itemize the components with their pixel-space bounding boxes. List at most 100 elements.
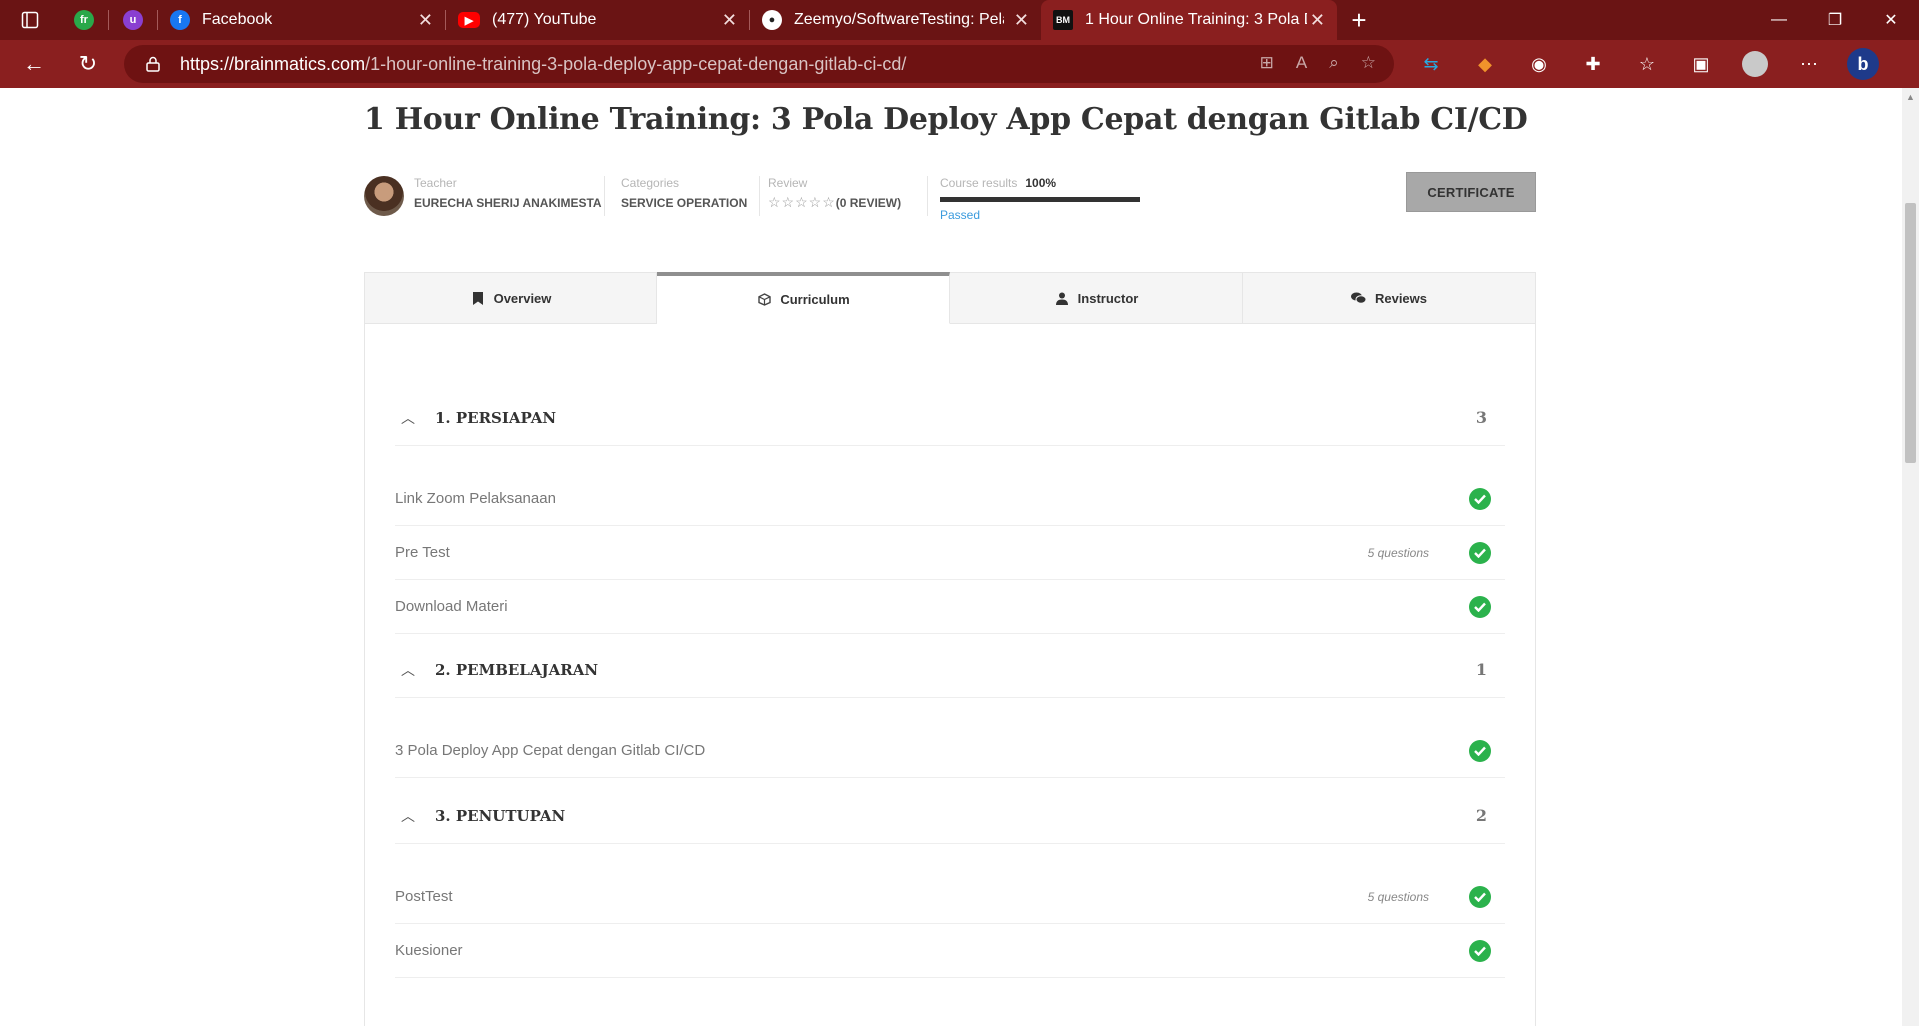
scrollbar-thumb[interactable] <box>1905 203 1916 463</box>
address-bar[interactable]: https://brainmatics.com/1-hour-online-tr… <box>124 45 1394 83</box>
lesson-title[interactable]: Kuesioner <box>395 942 463 959</box>
browser-tab-active[interactable]: BM 1 Hour Online Training: 3 Pola De ✕ <box>1041 0 1337 40</box>
u-icon: u <box>123 10 143 30</box>
section-header[interactable]: ︿ 1. PERSIAPAN 3 <box>395 390 1505 446</box>
teacher-label: Teacher <box>414 176 457 190</box>
collections-icon[interactable]: ▣ <box>1685 48 1717 80</box>
cube-icon <box>756 293 772 306</box>
teacher-name[interactable]: EURECHA SHERIJ ANAKIMESTA <box>414 196 602 210</box>
tab-reviews[interactable]: Reviews <box>1243 272 1536 324</box>
teacher-block: Teacher EURECHA SHERIJ ANAKIMESTA <box>414 176 602 210</box>
tab-curriculum[interactable]: Curriculum <box>657 272 950 324</box>
category-link[interactable]: SERVICE OPERATION <box>621 196 747 210</box>
chevron-up-icon[interactable]: ︿ <box>401 408 421 428</box>
check-icon <box>1469 739 1491 762</box>
lesson-item[interactable]: Download Materi <box>395 580 1505 634</box>
section-title: 2. PEMBELAJARAN <box>435 660 599 679</box>
tab-label: Overview <box>493 290 552 306</box>
extension-translate-icon[interactable]: ⇆ <box>1415 48 1447 80</box>
back-button[interactable]: ← <box>12 44 56 84</box>
teacher-avatar[interactable] <box>364 176 404 216</box>
extensions-puzzle-icon[interactable]: ✚ <box>1577 48 1609 80</box>
more-menu-icon[interactable]: ⋯ <box>1793 48 1825 80</box>
section-count: 1 <box>1475 660 1487 679</box>
tab-overview[interactable]: Overview <box>364 272 657 324</box>
browser-tab-facebook[interactable]: f Facebook ✕ <box>158 0 445 40</box>
add-favorite-icon[interactable]: ☆ <box>1361 53 1376 73</box>
lesson-item[interactable]: Pre Test 5 questions <box>395 526 1505 580</box>
tab-label: Instructor <box>1077 290 1139 306</box>
lesson-title[interactable]: Link Zoom Pelaksanaan <box>395 490 556 507</box>
lesson-title[interactable]: Download Materi <box>395 598 508 615</box>
close-icon[interactable]: ✕ <box>418 10 433 31</box>
extension-privacy-icon[interactable]: ◉ <box>1523 48 1555 80</box>
facebook-icon: f <box>170 10 190 30</box>
close-icon[interactable]: ✕ <box>722 10 737 31</box>
lesson-title[interactable]: 3 Pola Deploy App Cepat dengan Gitlab CI… <box>395 742 705 759</box>
tab-title: (477) YouTube <box>492 11 597 28</box>
certificate-button[interactable]: CERTIFICATE <box>1406 172 1536 212</box>
lesson-item[interactable]: Kuesioner <box>395 924 1505 978</box>
tab-title: Facebook <box>202 11 273 28</box>
address-bar-actions: ⊞ A ⌕ ☆ <box>1260 53 1376 73</box>
profile-avatar-icon[interactable] <box>1739 48 1771 80</box>
results-label: Course results <box>940 176 1018 190</box>
section-count: 2 <box>1475 806 1487 825</box>
browser-tab-github[interactable]: ● Zeemyo/SoftwareTesting: Pelaksa ✕ <box>750 0 1041 40</box>
review-count: (0 REVIEW) <box>835 196 902 210</box>
chevron-up-icon[interactable]: ︿ <box>401 660 421 680</box>
tab-instructor[interactable]: Instructor <box>950 272 1243 324</box>
browser-toolbar: ← ↻ https://brainmatics.com/1-hour-onlin… <box>0 40 1919 88</box>
check-icon <box>1469 541 1491 564</box>
window-close-button[interactable]: ✕ <box>1863 0 1919 40</box>
chevron-up-icon[interactable]: ︿ <box>401 806 421 826</box>
zoom-icon[interactable]: ⌕ <box>1329 53 1339 73</box>
extension-metamask-icon[interactable]: ◆ <box>1469 48 1501 80</box>
refresh-button[interactable]: ↻ <box>66 44 110 84</box>
lesson-title[interactable]: PostTest <box>395 888 453 905</box>
lesson-title[interactable]: Pre Test <box>395 544 450 561</box>
review-rating: ☆☆☆☆☆(0 REVIEW) <box>768 194 901 212</box>
meta-divider <box>604 176 605 216</box>
scroll-up-icon[interactable]: ▲ <box>1906 92 1915 102</box>
section-count: 3 <box>1475 408 1487 427</box>
browser-tab-fr[interactable]: fr <box>60 0 108 40</box>
page-scrollbar[interactable]: ▲ <box>1902 88 1919 1026</box>
app-available-icon[interactable]: ⊞ <box>1260 53 1274 73</box>
meta-divider <box>759 176 760 216</box>
browser-tab-youtube[interactable]: ▶ (477) YouTube ✕ <box>446 0 749 40</box>
back-arrow-icon: ← <box>23 51 45 76</box>
page-content: 1 Hour Online Training: 3 Pola Deploy Ap… <box>0 88 1919 1026</box>
section-header[interactable]: ︿ 2. PEMBELAJARAN 1 <box>395 642 1505 698</box>
youtube-icon: ▶ <box>458 12 480 28</box>
refresh-icon: ↻ <box>78 51 98 76</box>
new-tab-button[interactable]: + <box>1337 0 1381 40</box>
close-icon[interactable]: ✕ <box>1014 10 1029 31</box>
tab-label: Reviews <box>1374 290 1428 306</box>
minimize-button[interactable]: — <box>1751 0 1807 40</box>
tab-title: 1 Hour Online Training: 3 Pola De <box>1085 11 1307 28</box>
close-icon[interactable]: ✕ <box>1310 10 1325 31</box>
url-text: https://brainmatics.com/1-hour-online-tr… <box>180 54 906 75</box>
check-icon <box>1469 595 1491 618</box>
status-badge: Passed <box>940 208 981 222</box>
tab-actions-icon <box>21 11 39 29</box>
star-rating-icon: ☆☆☆☆☆ <box>768 194 836 210</box>
user-icon <box>1054 292 1070 305</box>
read-aloud-icon[interactable]: A <box>1296 53 1307 73</box>
section-header[interactable]: ︿ 3. PENUTUPAN 2 <box>395 788 1505 844</box>
results-row: Course results 100% <box>940 176 1140 190</box>
lesson-item[interactable]: PostTest 5 questions <box>395 870 1505 924</box>
comments-icon <box>1351 292 1367 304</box>
favorites-icon[interactable]: ☆ <box>1631 48 1663 80</box>
restore-button[interactable]: ❐ <box>1807 0 1863 40</box>
lesson-item[interactable]: Link Zoom Pelaksanaan <box>395 472 1505 526</box>
categories-block: Categories SERVICE OPERATION <box>621 176 747 210</box>
course-results-block: Course results 100% Passed <box>940 176 1140 222</box>
curriculum-panel: ︿ 1. PERSIAPAN 3 Link Zoom Pelaksanaan P… <box>364 324 1536 1026</box>
bing-copilot-icon[interactable]: b <box>1847 48 1879 80</box>
browser-tab-u[interactable]: u <box>109 0 157 40</box>
tab-title: Zeemyo/SoftwareTesting: Pelaksa <box>794 11 1004 28</box>
lesson-item[interactable]: 3 Pola Deploy App Cepat dengan Gitlab CI… <box>395 724 1505 778</box>
tab-actions-button[interactable] <box>0 0 60 40</box>
